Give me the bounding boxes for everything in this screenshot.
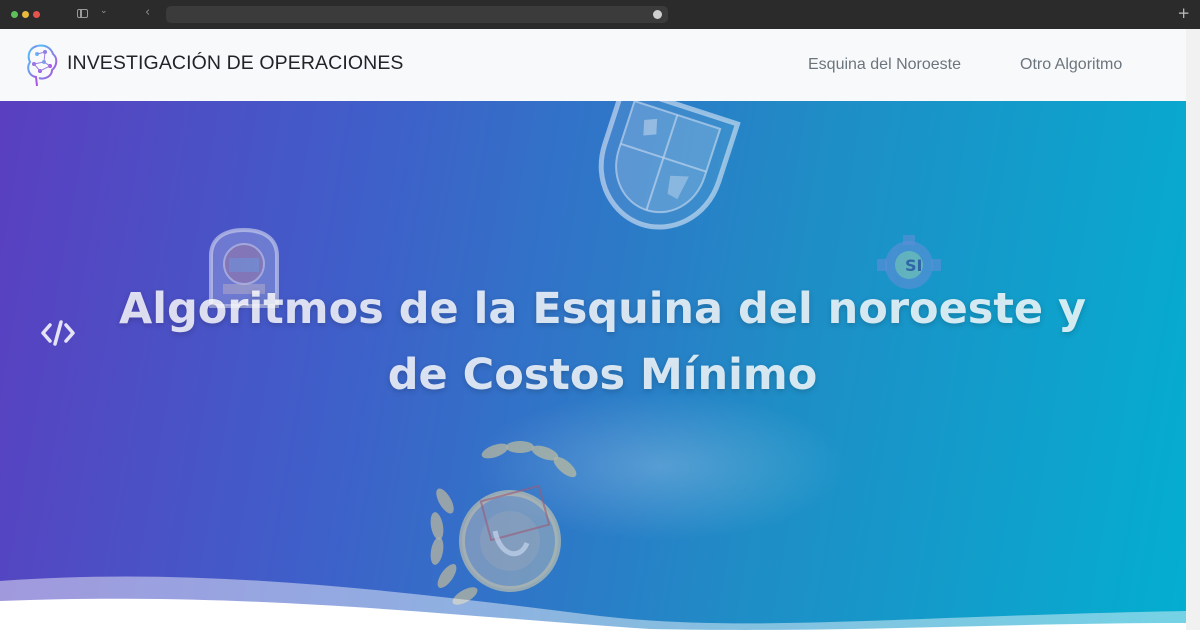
back-arrow-icon[interactable]: ‹ [145,5,150,20]
page: INVESTIGACIÓN DE OPERACIONES Esquina del… [0,29,1186,630]
nav-link-esquina-noroeste[interactable]: Esquina del Noroeste [808,56,961,74]
brand-title[interactable]: INVESTIGACIÓN DE OPERACIONES [67,52,404,75]
new-tab-button[interactable]: + [1177,4,1190,22]
browser-chrome: ⌄ ‹ + [0,0,1200,29]
hero-section: SI Algoritmos de la Esquina del noroeste… [0,101,1186,630]
window-close-button[interactable] [33,11,40,18]
svg-text:SI: SI [905,256,922,275]
hero-title: Algoritmos de la Esquina del noroeste y … [0,276,1186,408]
page-scrollbar[interactable] [1186,29,1200,630]
brain-circuit-logo-icon[interactable] [25,42,59,88]
chevron-down-icon[interactable]: ⌄ [100,6,108,16]
address-bar[interactable] [166,6,668,23]
sidebar-toggle-icon[interactable] [77,9,88,18]
hero-title-line2: de Costos Mínimo [387,350,818,400]
window-minimize-button[interactable] [22,11,29,18]
window-maximize-button[interactable] [11,11,18,18]
hero-bottom-wave [0,576,1186,630]
site-settings-icon[interactable] [653,10,662,19]
nav-link-otro-algoritmo[interactable]: Otro Algoritmo [1020,56,1122,74]
hero-title-line1: Algoritmos de la Esquina del noroeste y [118,284,1087,334]
navbar: INVESTIGACIÓN DE OPERACIONES Esquina del… [0,29,1186,101]
university-seal-icon [598,101,741,230]
